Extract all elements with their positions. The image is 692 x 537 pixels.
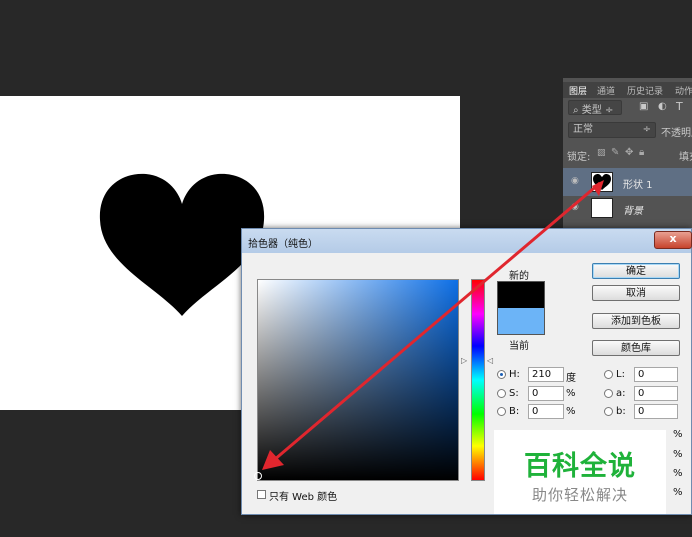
lab-a-label: a: (616, 388, 626, 399)
opacity-label: 不透明度 (661, 128, 692, 139)
current-color-label: 当前 (509, 341, 529, 352)
lab-l-input[interactable]: 0 (634, 367, 678, 382)
saturation-unit: % (566, 388, 576, 399)
radio-brightness[interactable] (497, 407, 506, 416)
search-icon: ⌕ (573, 105, 582, 115)
color-field-cursor[interactable] (254, 472, 262, 480)
new-color-swatch (497, 281, 545, 308)
current-color-swatch[interactable] (497, 308, 545, 335)
percent-unit: % (673, 468, 683, 479)
filter-type-icon[interactable]: T (676, 100, 683, 113)
radio-lightness[interactable] (604, 370, 613, 379)
lock-label: 锁定: (567, 152, 591, 163)
blend-mode-value: 正常 (573, 124, 593, 135)
lab-a-input[interactable]: 0 (634, 386, 678, 401)
hue-unit: 度 (566, 373, 576, 384)
chevron-updown-icon: ÷ (642, 124, 651, 135)
layer-name: 背景 (623, 206, 643, 217)
lock-all-icon[interactable]: 🔒︎ (639, 147, 644, 158)
percent-unit: % (673, 429, 683, 440)
lab-b-input[interactable]: 0 (634, 404, 678, 419)
watermark-title: 百科全说 (524, 451, 636, 482)
brightness-label: B: (509, 406, 520, 417)
brightness-unit: % (566, 406, 576, 417)
lab-b-label: b: (616, 406, 626, 417)
watermark: 百科全说 助你轻松解决 (494, 430, 666, 514)
percent-unit: % (673, 487, 683, 498)
hue-input[interactable]: 210 (528, 367, 564, 382)
layers-panel: 图层 通道 历史记录 动作 ⌕ 类型 ÷ ▣ ◐ T 正常 ÷ 不透明度 锁定:… (563, 78, 692, 228)
layer-filter-kind[interactable]: ⌕ 类型 ÷ (568, 100, 622, 115)
dialog-title: 拾色器（纯色） (248, 239, 318, 250)
radio-lab-b[interactable] (604, 407, 613, 416)
web-colors-only-checkbox[interactable] (257, 490, 266, 499)
lock-position-icon[interactable]: ✥ (625, 147, 633, 158)
visibility-eye-icon[interactable]: ◉ (571, 202, 581, 212)
tab-history[interactable]: 历史记录 (627, 84, 663, 97)
filter-adjustment-icon[interactable]: ◐ (658, 101, 667, 112)
layer-row-shape[interactable]: ◉ 形状 1 (563, 168, 692, 196)
radio-hue[interactable] (497, 370, 506, 379)
heart-thumb-icon (593, 174, 611, 190)
percent-unit: % (673, 449, 683, 460)
color-libraries-button[interactable]: 颜色库 (592, 340, 680, 356)
filter-kind-label: 类型 (581, 105, 602, 115)
saturation-label: S: (509, 388, 519, 399)
brightness-input[interactable]: 0 (528, 404, 564, 419)
color-field[interactable] (257, 279, 459, 481)
radio-saturation[interactable] (497, 389, 506, 398)
layer-thumbnail (591, 198, 613, 218)
tab-channels[interactable]: 通道 (597, 84, 615, 97)
tab-layers[interactable]: 图层 (569, 84, 587, 97)
lab-l-label: L: (616, 369, 625, 380)
hue-left-arrow-icon[interactable]: ▷ (461, 356, 467, 365)
radio-lab-a[interactable] (604, 389, 613, 398)
hue-slider[interactable] (471, 279, 485, 481)
hue-label: H: (509, 369, 520, 380)
lock-brush-icon[interactable]: ✎ (611, 147, 619, 158)
dialog-titlebar[interactable]: 拾色器（纯色） x (242, 229, 692, 253)
layer-row-background[interactable]: ◉ 背景 (563, 194, 692, 222)
new-color-label: 新的 (509, 271, 529, 282)
web-colors-only-label: 只有 Web 颜色 (269, 492, 338, 503)
add-to-swatches-button[interactable]: 添加到色板 (592, 313, 680, 329)
visibility-eye-icon[interactable]: ◉ (571, 176, 581, 186)
watermark-subtitle: 助你轻松解决 (531, 486, 628, 504)
saturation-input[interactable]: 0 (528, 386, 564, 401)
close-button[interactable]: x (654, 231, 692, 249)
layer-thumbnail (591, 172, 613, 192)
lock-pixels-icon[interactable]: ▨ (597, 148, 606, 158)
layers-panel-tabs: 图层 通道 历史记录 动作 (563, 82, 692, 98)
fill-label: 填充 (679, 152, 692, 163)
ok-button[interactable]: 确定 (592, 263, 680, 279)
filter-pixel-icon[interactable]: ▣ (639, 101, 648, 112)
layer-name: 形状 1 (623, 180, 653, 191)
blend-mode-select[interactable]: 正常 ÷ (568, 122, 656, 138)
cancel-button[interactable]: 取消 (592, 285, 680, 301)
tab-actions[interactable]: 动作 (675, 84, 692, 97)
hue-right-arrow-icon[interactable]: ◁ (487, 356, 493, 365)
